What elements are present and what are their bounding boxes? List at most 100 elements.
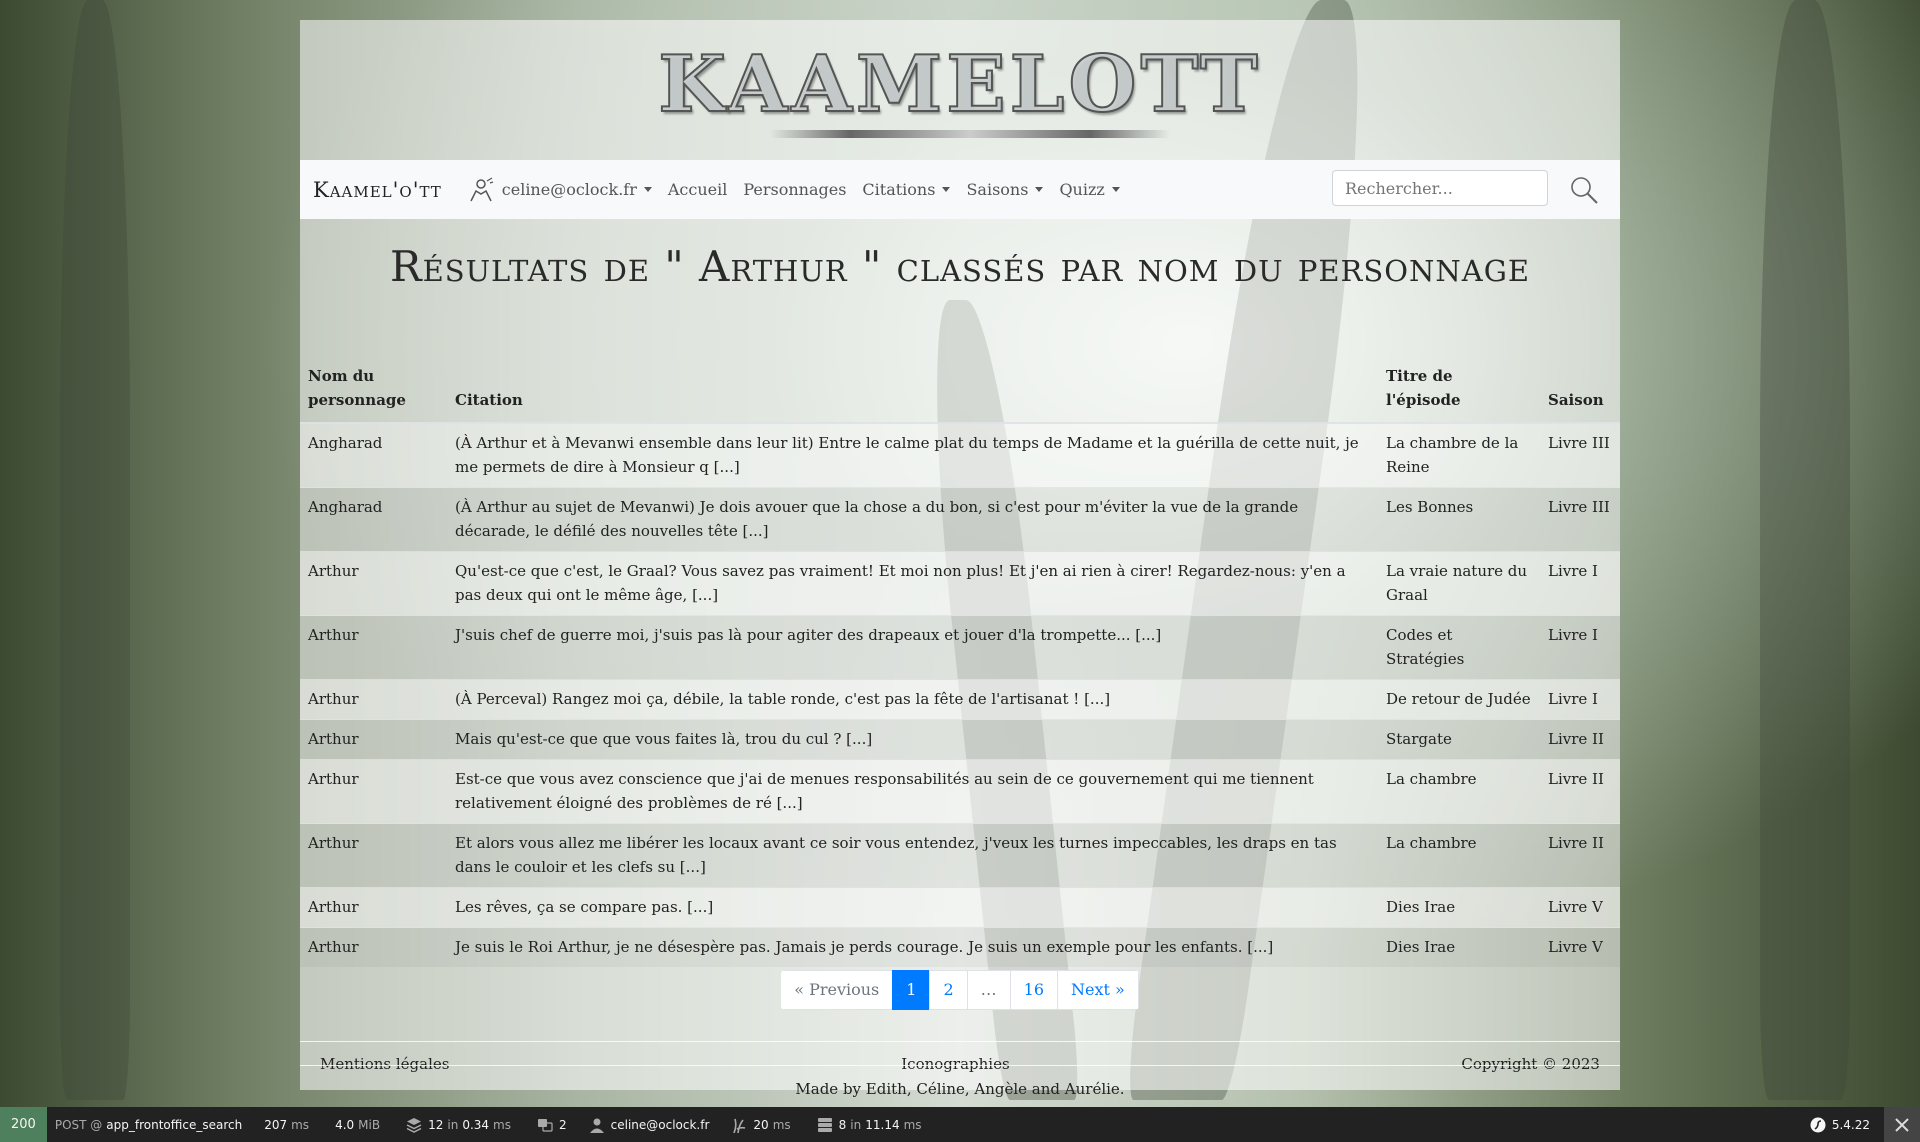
status-badge[interactable]: 200 [0, 1107, 47, 1142]
footer-divider [300, 1041, 1620, 1042]
toolbar-request[interactable]: POST @ app_frontoffice_search [55, 1118, 242, 1132]
quote-cell[interactable]: Qu'est-ce que c'est, le Graal? Vous save… [447, 551, 1378, 616]
nav-citations-label: Citations [862, 180, 936, 199]
character-name-cell: Arthur [300, 615, 447, 680]
cache-in: in [850, 1117, 862, 1132]
cache-icon [817, 1117, 832, 1132]
nav-citations[interactable]: Citations [862, 180, 951, 199]
toolbar-db[interactable]: 12 in 0.34 ms [406, 1117, 515, 1133]
background-tree [60, 0, 130, 1100]
navbar: Kaamel'o'tt celine@oclock.fr Accueil Per… [300, 160, 1620, 219]
quote-cell[interactable]: Et alors vous allez me libérer les locau… [447, 823, 1378, 888]
season-cell: Livre III [1540, 422, 1620, 488]
translations-count: 2 [558, 1117, 567, 1132]
quote-cell[interactable]: (À Arthur et à Mevanwi ensemble dans leu… [447, 422, 1378, 488]
season-cell: Livre V [1540, 887, 1620, 928]
character-name-cell: Angharad [300, 422, 447, 488]
season-cell: Livre I [1540, 679, 1620, 720]
queries-in: in [447, 1117, 459, 1132]
column-header[interactable]: Citation [447, 358, 1378, 424]
nav-saisons[interactable]: Saisons [966, 180, 1044, 199]
table-row: Arthur Qu'est-ce que c'est, le Graal? Vou… [300, 551, 1620, 616]
chevron-down-icon [1111, 187, 1120, 192]
quote-cell[interactable]: Les rêves, ça se compare pas. [...] [447, 887, 1378, 928]
character-name-cell: Arthur [300, 551, 447, 616]
episode-title-cell: La vraie nature du Graal [1378, 551, 1540, 616]
background-tree [1760, 0, 1850, 1100]
quote-cell[interactable]: Mais qu'est-ce que que vous faites là, t… [447, 719, 1378, 760]
pagination-page-16[interactable]: 16 [1009, 970, 1058, 1010]
twig-icon [733, 1118, 746, 1133]
toolbar-translations[interactable]: 2 [537, 1117, 567, 1133]
season-cell: Livre II [1540, 719, 1620, 760]
column-header[interactable]: Saison [1540, 358, 1620, 424]
search-input[interactable] [1332, 170, 1548, 206]
character-name-cell: Arthur [300, 719, 447, 760]
season-cell: Livre V [1540, 927, 1620, 967]
memory-value: 4.0 [335, 1117, 355, 1132]
table-row: Arthur Mais qu'est-ce que que vous faites… [300, 719, 1620, 760]
footer-credits: Made by Edith, Céline, Angèle and Auréli… [795, 1080, 1125, 1098]
pagination-next[interactable]: Next » [1057, 970, 1139, 1010]
cache-unit: ms [903, 1117, 922, 1132]
time-value: 207 [264, 1117, 288, 1132]
user-icon [470, 176, 493, 201]
chevron-down-icon [643, 187, 652, 192]
quote-cell[interactable]: (À Perceval) Rangez moi ça, débile, la t… [447, 679, 1378, 720]
pagination-page-2[interactable]: 2 [929, 970, 968, 1010]
user-menu-label: celine@oclock.fr [501, 180, 637, 199]
chevron-down-icon [942, 187, 951, 192]
season-cell: Livre II [1540, 823, 1620, 888]
pagination-page-1[interactable]: 1 [892, 970, 931, 1010]
toolbar-user-label: celine@oclock.fr [610, 1117, 710, 1132]
column-header[interactable]: Nom du personnage [300, 358, 447, 424]
logo-sword [770, 130, 1170, 138]
footer-legal-link[interactable]: Mentions légales [320, 1055, 449, 1073]
season-cell: Livre I [1540, 551, 1620, 616]
nav-personnages[interactable]: Personnages [743, 180, 846, 199]
footer-iconographies-link[interactable]: Iconographies [901, 1055, 1009, 1073]
season-cell: Livre I [1540, 615, 1620, 680]
table-row: Arthur Je suis le Roi Arthur, je ne déses… [300, 927, 1620, 967]
search-icon[interactable] [1568, 174, 1600, 206]
toolbar-memory[interactable]: 4.0 MiB [335, 1118, 384, 1132]
footer-divider [300, 1065, 1620, 1066]
toolbar-user[interactable]: celine@oclock.fr [589, 1117, 710, 1133]
site-logo[interactable]: KAAMELOTT [657, 38, 1262, 131]
footer-links: Mentions légales Iconographies Copyright… [300, 1055, 1620, 1073]
table-row: Arthur Les rêves, ça se compare pas. [...… [300, 887, 1620, 928]
episode-title-cell: Dies Irae [1378, 927, 1540, 967]
episode-title-cell: De retour de Judée [1378, 679, 1540, 720]
database-icon [406, 1117, 422, 1133]
memory-unit: MiB [358, 1117, 381, 1132]
column-header[interactable]: Titre de l'épisode [1378, 358, 1540, 424]
nav-saisons-label: Saisons [966, 180, 1029, 199]
toolbar-twig[interactable]: 20 ms [731, 1117, 794, 1133]
results-table: Nom du personnage Citation Titre de l'ép… [300, 358, 1620, 967]
translation-icon [537, 1118, 553, 1132]
queries-time: 0.34 [462, 1117, 490, 1132]
nav-quizz[interactable]: Quizz [1059, 180, 1120, 199]
twig-unit: ms [772, 1117, 791, 1132]
quote-cell[interactable]: J'suis chef de guerre moi, j'suis pas là… [447, 615, 1378, 680]
quote-cell[interactable]: (À Arthur au sujet de Mevanwi) Je dois a… [447, 487, 1378, 552]
quote-cell[interactable]: Est-ce que vous avez conscience que j'ai… [447, 759, 1378, 824]
main-container: KAAMELOTT Kaamel'o'tt celine@oclock.fr A… [300, 20, 1620, 1098]
pagination: « Previous 1 2 … 16 Next » [300, 970, 1620, 1010]
quote-cell[interactable]: Je suis le Roi Arthur, je ne désespère p… [447, 927, 1378, 967]
navbar-brand[interactable]: Kaamel'o'tt [313, 178, 442, 202]
toolbar-cache[interactable]: 8 in 11.14 ms [817, 1117, 926, 1133]
close-icon[interactable] [1884, 1107, 1920, 1142]
cache-time: 11.14 [865, 1117, 900, 1132]
nav-accueil[interactable]: Accueil [668, 180, 727, 199]
chevron-down-icon [1035, 187, 1044, 192]
footer-copyright: Copyright © 2023 [1461, 1055, 1600, 1073]
table-row: Arthur J'suis chef de guerre moi, j'suis … [300, 615, 1620, 680]
toolbar-time[interactable]: 207 ms [264, 1118, 313, 1132]
user-menu[interactable]: celine@oclock.fr [468, 176, 652, 203]
season-cell: Livre II [1540, 759, 1620, 824]
character-name-cell: Arthur [300, 823, 447, 888]
table-row: Arthur Est-ce que vous avez conscience qu… [300, 759, 1620, 824]
symfony-version[interactable]: 5.4.22 [1832, 1118, 1870, 1132]
season-cell: Livre III [1540, 487, 1620, 552]
